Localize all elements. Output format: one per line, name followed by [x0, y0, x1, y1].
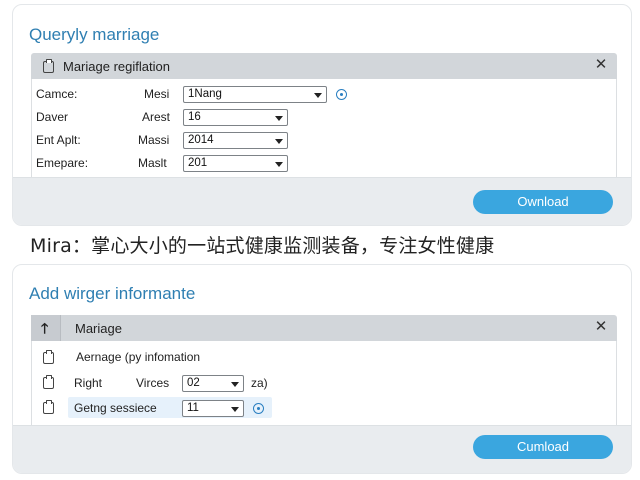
row-label: Aernage (py infomation — [76, 350, 201, 364]
view-icon[interactable] — [336, 89, 347, 100]
row-label: Getng sessiece — [74, 401, 157, 415]
select-value: 2014 — [188, 134, 214, 146]
add-information-dialog: Add wirger informante 🡑 Mariage ✕ Aernag… — [12, 264, 632, 474]
vircses-select[interactable]: 02 — [182, 375, 244, 392]
panel-body: Camce: Mesi 1Nang Daver Arest 16 Ent Apl… — [31, 79, 617, 179]
panel-title: Mariage regiflation — [63, 59, 170, 74]
view-icon[interactable] — [253, 403, 264, 414]
sort-cell[interactable]: 🡑 — [31, 315, 61, 341]
registration-panel: Mariage regiflation ✕ Camce: Mesi 1Nang … — [31, 53, 617, 179]
panel-header: 🡑 Mariage ✕ — [31, 315, 617, 341]
field-label: Massi — [138, 133, 170, 147]
chevron-down-icon — [314, 93, 322, 98]
select-value: 02 — [187, 377, 200, 389]
name-select[interactable]: 1Nang — [183, 86, 327, 103]
select-value: 1Nang — [188, 88, 222, 100]
clipboard-icon — [43, 59, 54, 73]
row-label: Daver — [36, 110, 69, 124]
chevron-down-icon — [231, 382, 239, 387]
select-value: 201 — [188, 157, 208, 169]
field-label: Arest — [142, 110, 171, 124]
type-select[interactable]: 201 — [183, 155, 288, 172]
clipboard-icon — [43, 375, 54, 389]
select-value: 16 — [188, 111, 201, 123]
panel-header: Mariage regiflation ✕ — [31, 53, 617, 79]
chevron-down-icon — [231, 407, 239, 412]
row-label: Ent Aplt: — [36, 133, 81, 147]
session-select[interactable]: 11 — [182, 400, 244, 417]
panel-body: Aernage (py infomation Right Virces 02 z… — [31, 341, 617, 433]
field-label: Virces — [136, 376, 170, 390]
row-label: Right — [74, 376, 103, 390]
caption-text: Mira：掌心大小的一站式健康监测装备，专注女性健康 — [30, 235, 495, 257]
chevron-down-icon — [275, 116, 283, 121]
chevron-down-icon — [275, 162, 283, 167]
dialog-title: Queryly marriage — [29, 25, 160, 44]
panel-title: Mariage — [75, 321, 122, 336]
marriage-query-dialog: Queryly marriage Mariage regiflation ✕ C… — [12, 4, 632, 226]
row-label: Emepare: — [36, 156, 89, 170]
close-icon[interactable]: ✕ — [593, 318, 609, 336]
dialog-title: Add wirger informante — [29, 284, 196, 303]
download-button[interactable]: Ownload — [473, 190, 613, 214]
field-label: Maslt — [138, 156, 167, 170]
marriage-panel: 🡑 Mariage ✕ Aernage (py infomation Right… — [31, 315, 617, 433]
download-button[interactable]: Cumload — [473, 435, 613, 459]
close-icon[interactable]: ✕ — [593, 56, 609, 74]
suffix-label: za) — [251, 376, 268, 390]
age-select[interactable]: 16 — [183, 109, 288, 126]
chevron-down-icon — [275, 139, 283, 144]
clipboard-icon — [43, 400, 54, 414]
row-label: Camce: — [36, 87, 78, 101]
arrow-up-icon: 🡑 — [41, 320, 49, 336]
select-value: 11 — [187, 402, 199, 414]
clipboard-icon — [43, 350, 54, 364]
year-select[interactable]: 2014 — [183, 132, 288, 149]
field-label: Mesi — [144, 87, 170, 101]
